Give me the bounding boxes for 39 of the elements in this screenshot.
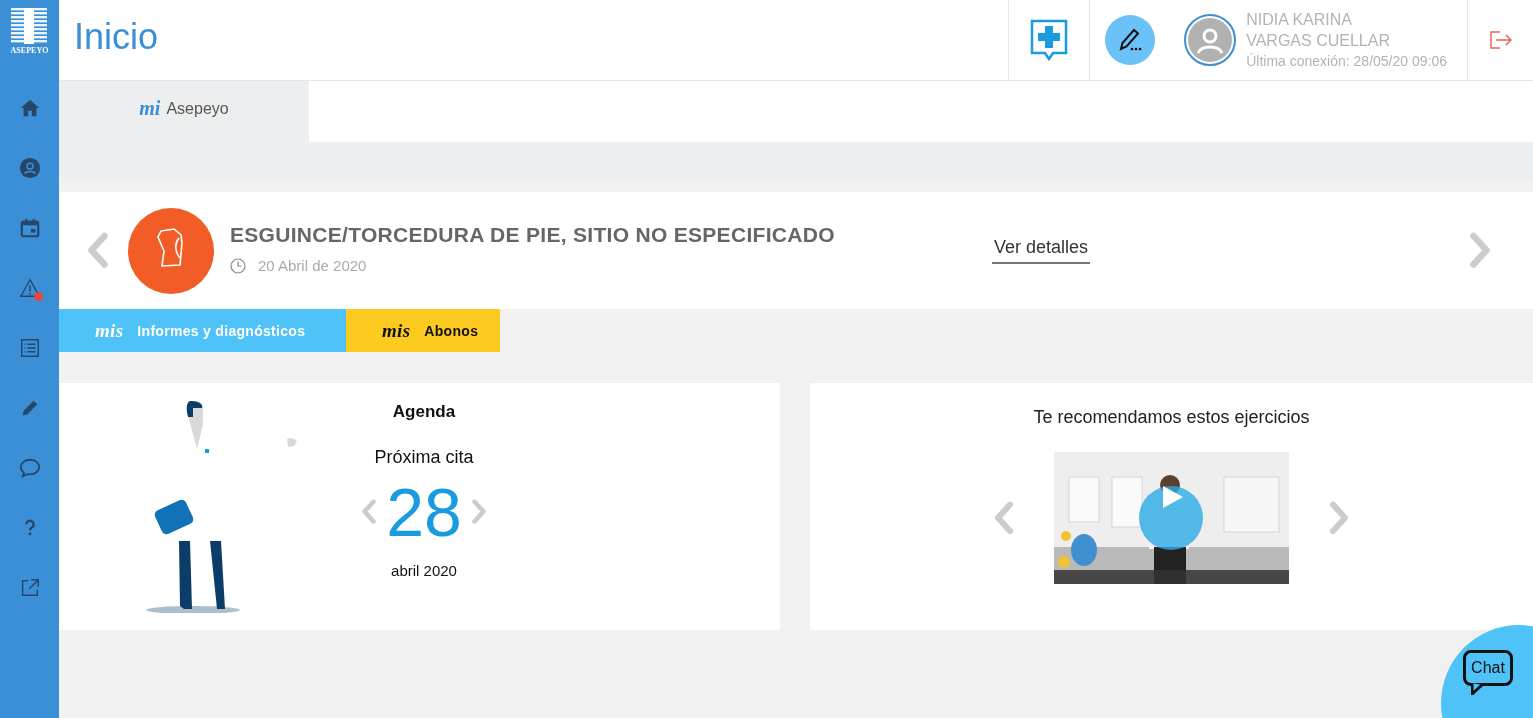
previous-button[interactable]: [992, 501, 1016, 535]
logo-text: ASEPEYO: [10, 46, 49, 55]
calendar-icon: [18, 216, 41, 239]
last-login-text: Última conexión: 28/05/20 09:06: [1246, 51, 1447, 71]
user-name: NIDIA KARINA: [1246, 9, 1353, 30]
exercises-title: Te recomendamos estos ejercicios: [1033, 407, 1310, 428]
section-tab[interactable]: mis Abonos: [346, 309, 501, 352]
logout-icon: [1489, 31, 1512, 49]
knee-icon: [128, 207, 214, 294]
bubble-tail-icon: [1471, 683, 1485, 695]
appointment-day: 28: [386, 474, 462, 550]
page-title: Inicio: [74, 16, 160, 58]
appointment-month: abril 2020: [391, 562, 457, 579]
tab[interactable]: mi Asepeyo: [59, 81, 309, 142]
next-appointment-label: Próxima cita: [374, 447, 474, 468]
play-icon: [1163, 486, 1183, 508]
avatar[interactable]: [1184, 14, 1237, 66]
case-date: 20 Abril de 2020: [258, 257, 367, 274]
speech-bubble-icon: [18, 456, 41, 479]
notification-dot: [34, 292, 43, 301]
medical-chat-button[interactable]: [1030, 19, 1069, 61]
previous-button[interactable]: [85, 232, 111, 269]
user-name: VARGAS CUELLAR: [1246, 30, 1391, 51]
previous-button[interactable]: [360, 499, 379, 525]
pencil-icon: [1118, 27, 1143, 53]
next-button[interactable]: [1467, 232, 1493, 269]
logo-icon: [11, 8, 48, 44]
case-title: ESGUINCE/TORCEDURA DE PIE, SITIO NO ESPECIFICADO: [230, 223, 836, 247]
clock-icon: [230, 257, 246, 274]
medical-cross-icon: [1030, 19, 1069, 61]
chat-button[interactable]: Chat: [1441, 625, 1533, 718]
logout-button[interactable]: [1489, 31, 1512, 49]
details-link[interactable]: Ver detalles: [992, 237, 1091, 264]
user-icon: [18, 156, 41, 179]
next-button[interactable]: [1327, 501, 1351, 535]
edit-button[interactable]: [1105, 15, 1156, 65]
agenda-title: Agenda: [392, 402, 456, 422]
list-icon: [18, 336, 41, 359]
next-button[interactable]: [469, 499, 488, 525]
